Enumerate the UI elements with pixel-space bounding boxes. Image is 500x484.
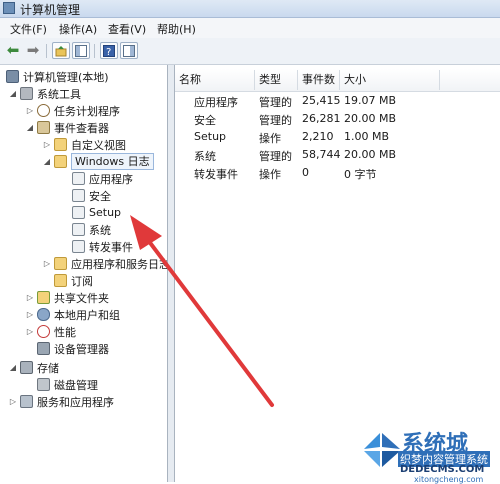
windows-logo-icon: [364, 433, 400, 467]
watermark: 系统城 织梦内容管理系统 DEDECMS.COM xitongcheng.com: [362, 425, 500, 484]
watermark-site: DEDECMS.COM: [400, 464, 485, 475]
arrow-shaft: [146, 238, 274, 407]
arrow-head: [130, 215, 162, 250]
annotation-arrow: [130, 215, 274, 407]
watermark-url: xitongcheng.com: [414, 475, 484, 484]
